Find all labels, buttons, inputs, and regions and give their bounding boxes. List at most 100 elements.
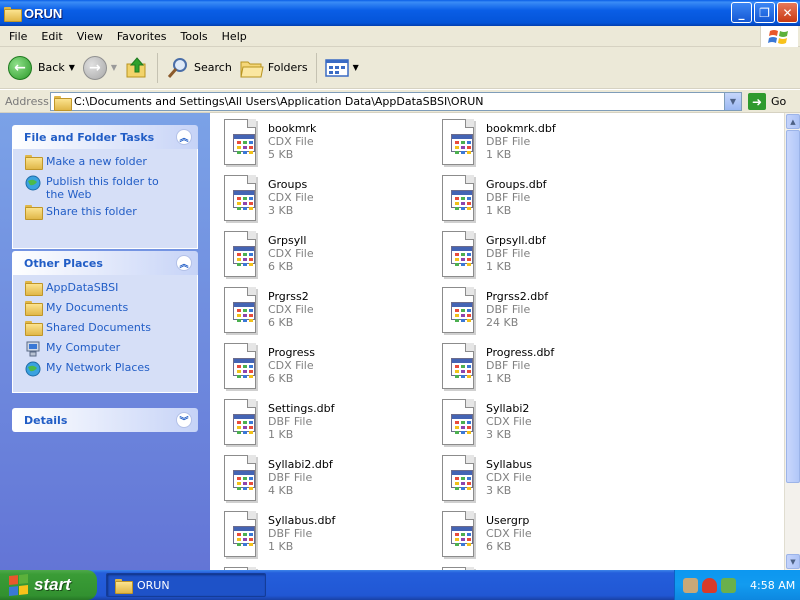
security-shield-icon[interactable] bbox=[702, 577, 717, 593]
file-type: DBF File bbox=[486, 135, 531, 148]
task-make-new-folder[interactable]: Make a new folder bbox=[25, 155, 189, 171]
back-button[interactable]: ← Back ▼ bbox=[4, 51, 79, 85]
menu-tools[interactable]: Tools bbox=[174, 30, 215, 43]
file-item[interactable]: Syllabi2 CDX File 3 KB bbox=[430, 396, 630, 448]
file-size: 3 KB bbox=[486, 484, 512, 497]
address-bar: Address C:\Documents and Settings\All Us… bbox=[0, 90, 800, 113]
address-path: C:\Documents and Settings\All Users\Appl… bbox=[74, 95, 484, 108]
file-type: CDX File bbox=[486, 471, 532, 484]
views-dropdown-icon[interactable]: ▼ bbox=[353, 63, 359, 72]
folders-button[interactable]: Folders bbox=[236, 51, 312, 85]
file-type: DBF File bbox=[268, 471, 313, 484]
forward-dropdown-icon[interactable]: ▼ bbox=[111, 63, 117, 72]
file-item[interactable]: Syllabus.dbf DBF File 1 KB bbox=[212, 508, 412, 560]
task-pane: File and Folder Tasks ︽ Make a new folde… bbox=[0, 113, 210, 570]
file-item[interactable]: Prgrss2.dbf DBF File 24 KB bbox=[430, 284, 630, 336]
minimize-button[interactable]: _ bbox=[731, 2, 752, 23]
file-size: 1 KB bbox=[486, 260, 512, 273]
file-type: CDX File bbox=[486, 527, 532, 540]
views-button[interactable]: ▼ bbox=[321, 51, 363, 85]
folders-icon bbox=[240, 61, 264, 77]
expand-icon[interactable]: ︾ bbox=[176, 412, 192, 428]
file-type: CDX File bbox=[268, 247, 314, 260]
menu-help[interactable]: Help bbox=[215, 30, 254, 43]
file-item[interactable]: Grpsyll CDX File 6 KB bbox=[212, 228, 412, 280]
scroll-thumb[interactable] bbox=[786, 130, 800, 483]
collapse-icon[interactable]: ︽ bbox=[176, 129, 192, 145]
place-appdatasbsi[interactable]: AppDataSBSI bbox=[25, 281, 189, 297]
document-file-icon bbox=[220, 287, 260, 335]
go-button[interactable]: ➜ Go bbox=[748, 93, 786, 110]
file-name: Prgrss2 bbox=[268, 290, 309, 303]
file-type: DBF File bbox=[486, 303, 531, 316]
network-places-icon bbox=[25, 361, 41, 377]
file-size: 1 KB bbox=[486, 372, 512, 385]
place-my-computer[interactable]: My Computer bbox=[25, 341, 189, 357]
file-item[interactable]: Syllabi2.dbf DBF File 4 KB bbox=[212, 452, 412, 504]
file-type: DBF File bbox=[268, 415, 313, 428]
menu-view[interactable]: View bbox=[70, 30, 110, 43]
file-item[interactable]: Syllabus CDX File 3 KB bbox=[430, 452, 630, 504]
place-label: Shared Documents bbox=[46, 321, 151, 334]
file-item[interactable]: Groups.dbf DBF File 1 KB bbox=[430, 172, 630, 224]
place-label: AppDataSBSI bbox=[46, 281, 119, 294]
windows-logo-icon bbox=[9, 574, 29, 596]
task-publish-to-web[interactable]: Publish this folder to the Web bbox=[25, 175, 189, 201]
place-my-network-places[interactable]: My Network Places bbox=[25, 361, 189, 377]
file-folder-tasks-panel: File and Folder Tasks ︽ Make a new folde… bbox=[12, 125, 198, 249]
file-size: 3 KB bbox=[486, 428, 512, 441]
file-item[interactable]: Progress CDX File 6 KB bbox=[212, 340, 412, 392]
menu-edit[interactable]: Edit bbox=[34, 30, 69, 43]
panel-header[interactable]: Other Places ︽ bbox=[12, 251, 198, 275]
file-size: 6 KB bbox=[268, 316, 294, 329]
network-icon[interactable] bbox=[721, 577, 736, 593]
file-name: Groups bbox=[268, 178, 308, 191]
document-file-icon bbox=[438, 231, 478, 279]
place-my-documents[interactable]: My Documents bbox=[25, 301, 189, 317]
file-item[interactable]: Prgrss2 CDX File 6 KB bbox=[212, 284, 412, 336]
file-item[interactable]: Usergrp CDX File 6 KB bbox=[430, 508, 630, 560]
file-item[interactable]: bookmrk.dbf DBF File 1 KB bbox=[430, 116, 630, 168]
file-item[interactable]: Grpsyll.dbf DBF File 1 KB bbox=[430, 228, 630, 280]
close-button[interactable]: ✕ bbox=[777, 2, 798, 23]
scroll-up-icon[interactable]: ▲ bbox=[786, 114, 800, 129]
panel-title: Details bbox=[24, 413, 68, 427]
taskbar-window-button[interactable]: ORUN bbox=[106, 573, 266, 597]
document-file-icon bbox=[438, 511, 478, 559]
file-name: Grpsyll bbox=[268, 234, 307, 247]
scroll-down-icon[interactable]: ▼ bbox=[786, 554, 800, 569]
task-label: Make a new folder bbox=[46, 155, 147, 168]
search-button[interactable]: Search bbox=[162, 51, 236, 85]
collapse-icon[interactable]: ︽ bbox=[176, 255, 192, 271]
panel-header[interactable]: File and Folder Tasks ︽ bbox=[12, 125, 198, 149]
tray-app-icon[interactable] bbox=[683, 577, 698, 593]
place-shared-documents[interactable]: Shared Documents bbox=[25, 321, 189, 337]
forward-button[interactable]: → ▼ bbox=[79, 51, 121, 85]
file-item[interactable]: Settings.dbf DBF File 1 KB bbox=[212, 396, 412, 448]
vertical-scrollbar[interactable]: ▲ ▼ bbox=[784, 113, 800, 570]
menu-favorites[interactable]: Favorites bbox=[110, 30, 174, 43]
file-type: DBF File bbox=[268, 527, 313, 540]
file-name: Syllabi2.dbf bbox=[268, 458, 333, 471]
task-share-folder[interactable]: Share this folder bbox=[25, 205, 189, 221]
document-file-icon bbox=[438, 119, 478, 167]
search-icon bbox=[167, 57, 188, 78]
file-type: DBF File bbox=[486, 247, 531, 260]
file-size: 1 KB bbox=[268, 428, 294, 441]
file-size: 6 KB bbox=[268, 260, 294, 273]
address-dropdown-icon[interactable]: ▼ bbox=[724, 93, 741, 110]
file-item[interactable]: bookmrk CDX File 5 KB bbox=[212, 116, 412, 168]
menu-file[interactable]: File bbox=[0, 30, 34, 43]
file-item[interactable]: Progress.dbf DBF File 1 KB bbox=[430, 340, 630, 392]
back-dropdown-icon[interactable]: ▼ bbox=[69, 63, 75, 72]
file-item[interactable]: Groups CDX File 3 KB bbox=[212, 172, 412, 224]
window-title: ORUN bbox=[24, 5, 63, 21]
back-arrow-icon: ← bbox=[8, 55, 32, 80]
maximize-button[interactable]: ❐ bbox=[754, 2, 775, 23]
up-folder-button[interactable] bbox=[121, 51, 153, 85]
panel-header[interactable]: Details ︾ bbox=[12, 408, 198, 432]
address-input[interactable]: C:\Documents and Settings\All Users\Appl… bbox=[50, 92, 742, 111]
title-bar[interactable]: ORUN _ ❐ ✕ bbox=[0, 0, 800, 26]
start-button[interactable]: start bbox=[0, 570, 97, 600]
task-label: Share this folder bbox=[46, 205, 137, 218]
